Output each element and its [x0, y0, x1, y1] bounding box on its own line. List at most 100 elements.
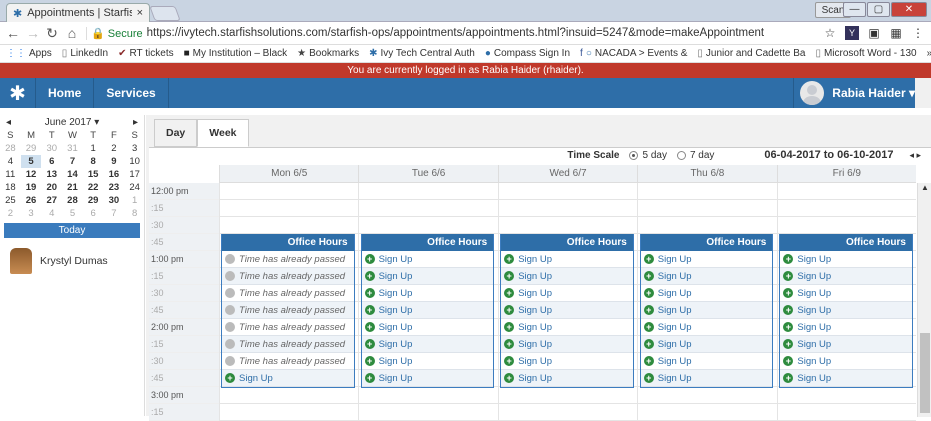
bookmark-compass[interactable]: ● Compass Sign In — [485, 48, 570, 59]
grid-cell[interactable] — [219, 217, 358, 233]
calendar-day[interactable]: 1 — [124, 194, 145, 207]
grid-cell[interactable] — [497, 200, 637, 216]
calendar-day[interactable]: 31 — [62, 142, 83, 155]
grid-cell[interactable] — [637, 387, 776, 403]
maximize-button[interactable]: ▢ — [867, 2, 890, 17]
url-field[interactable]: 🔒 Secure https://ivytech.starfishsolutio… — [86, 26, 815, 40]
back-icon[interactable]: ← — [6, 25, 20, 41]
new-tab-button[interactable] — [149, 6, 181, 21]
calendar-day[interactable]: 28 — [0, 142, 21, 155]
grid-cell[interactable] — [497, 404, 637, 420]
calendar-day[interactable]: 2 — [0, 207, 21, 220]
calendar-scrollbar[interactable]: ▲ — [917, 183, 931, 417]
calendar-day[interactable]: 12 — [21, 168, 42, 181]
sign-up-slot[interactable]: + Sign Up — [640, 251, 773, 268]
calendar-day[interactable]: 11 — [0, 168, 21, 181]
grid-cell[interactable] — [497, 387, 637, 403]
calendar-day[interactable]: 14 — [62, 168, 83, 181]
grid-cell[interactable] — [497, 183, 637, 199]
close-window-button[interactable]: ✕ — [891, 2, 927, 17]
nav-home[interactable]: Home — [36, 78, 95, 108]
calendar-day[interactable]: 29 — [21, 142, 42, 155]
calendar-day[interactable]: 6 — [83, 207, 104, 220]
sign-up-slot[interactable]: + Sign Up — [361, 353, 494, 370]
user-menu[interactable]: Rabia Haider ▾ — [793, 78, 915, 108]
office-hours-header[interactable]: Office Hours — [361, 234, 494, 251]
grid-cell[interactable] — [358, 217, 497, 233]
calendar-day[interactable]: 1 — [83, 142, 104, 155]
prev-month-icon[interactable]: ◂ — [6, 117, 11, 128]
radio-7day[interactable] — [676, 150, 686, 160]
sign-up-slot[interactable]: + Sign Up — [640, 370, 773, 387]
home-icon[interactable]: ⌂ — [66, 25, 78, 41]
radio-5day[interactable] — [629, 150, 639, 160]
month-selector[interactable]: June 2017 ▾ — [45, 117, 100, 128]
url-text[interactable]: https://ivytech.starfishsolutions.com/st… — [147, 27, 815, 39]
calendar-day[interactable]: 29 — [83, 194, 104, 207]
calendar-day[interactable]: 3 — [124, 142, 145, 155]
sign-up-slot[interactable]: + Sign Up — [640, 285, 773, 302]
sign-up-slot[interactable]: + Sign Up — [361, 370, 494, 387]
sign-up-slot[interactable]: + Sign Up — [640, 336, 773, 353]
office-hours-header[interactable]: Office Hours — [501, 234, 633, 251]
sign-up-slot[interactable]: + Sign Up — [780, 353, 912, 370]
grid-cell[interactable] — [637, 200, 776, 216]
calendar-day[interactable]: 23 — [104, 181, 125, 194]
calendar-day[interactable]: 18 — [0, 181, 21, 194]
page-scrollbar[interactable] — [915, 78, 931, 108]
grid-cell[interactable] — [358, 200, 497, 216]
tab-day[interactable]: Day — [154, 119, 198, 147]
minimize-button[interactable]: — — [843, 2, 866, 17]
sign-up-slot[interactable]: + Sign Up — [222, 370, 354, 387]
sign-up-slot[interactable]: + Sign Up — [501, 353, 633, 370]
sign-up-slot[interactable]: + Sign Up — [501, 319, 633, 336]
calendar-day[interactable]: 24 — [124, 181, 145, 194]
calendar-day[interactable]: 20 — [41, 181, 62, 194]
tab-close-icon[interactable]: × — [137, 7, 143, 19]
calendar-day[interactable]: 5 — [62, 207, 83, 220]
calendar-day[interactable]: 4 — [41, 207, 62, 220]
bookmark-rt-tickets[interactable]: ✔ RT tickets — [118, 48, 173, 59]
starfish-logo-icon[interactable]: ✱ — [0, 78, 36, 108]
week-nav-arrows[interactable]: ◂ ▸ — [909, 150, 921, 161]
grid-cell[interactable] — [497, 217, 637, 233]
extension-flag-icon[interactable]: ▦ — [889, 26, 903, 40]
grid-cell[interactable] — [219, 404, 358, 420]
sign-up-slot[interactable]: + Sign Up — [501, 251, 633, 268]
grid-cell[interactable] — [358, 183, 497, 199]
sign-up-slot[interactable]: + Sign Up — [640, 319, 773, 336]
sign-up-slot[interactable]: + Sign Up — [501, 285, 633, 302]
calendar-day[interactable]: 30 — [104, 194, 125, 207]
office-hours-header[interactable]: Office Hours — [222, 234, 354, 251]
calendar-day[interactable]: 6 — [41, 155, 62, 168]
bookmark-microsoft-word[interactable]: ▯ Microsoft Word - 130 — [815, 48, 916, 59]
bookmark-ivy-tech[interactable]: ✱ Ivy Tech Central Auth — [369, 48, 475, 59]
grid-cell[interactable] — [219, 183, 358, 199]
star-icon[interactable]: ☆ — [823, 26, 837, 40]
sign-up-slot[interactable]: + Sign Up — [640, 268, 773, 285]
calendar-day[interactable]: 13 — [41, 168, 62, 181]
grid-cell[interactable] — [776, 217, 916, 233]
grid-cell[interactable] — [358, 387, 497, 403]
calendar-day[interactable]: 21 — [62, 181, 83, 194]
today-button[interactable]: Today — [4, 223, 140, 238]
calendar-day[interactable]: 7 — [62, 155, 83, 168]
grid-cell[interactable] — [637, 217, 776, 233]
extension-box-icon[interactable]: ▣ — [867, 26, 881, 40]
bookmarks-more[interactable]: » — [927, 48, 931, 59]
nav-services[interactable]: Services — [94, 78, 169, 108]
sign-up-slot[interactable]: + Sign Up — [361, 319, 494, 336]
calendar-day[interactable]: 25 — [0, 194, 21, 207]
bookmark-my-institution[interactable]: ■ My Institution – Black — [184, 48, 288, 59]
calendar-day[interactable]: 2 — [104, 142, 125, 155]
next-month-icon[interactable]: ▸ — [133, 117, 138, 128]
calendar-day[interactable]: 30 — [41, 142, 62, 155]
calendar-day[interactable]: 15 — [83, 168, 104, 181]
grid-cell[interactable] — [776, 200, 916, 216]
calendar-day[interactable]: 4 — [0, 155, 21, 168]
sign-up-slot[interactable]: + Sign Up — [501, 370, 633, 387]
office-hours-header[interactable]: Office Hours — [780, 234, 912, 251]
sign-up-slot[interactable]: + Sign Up — [780, 336, 912, 353]
sign-up-slot[interactable]: + Sign Up — [780, 285, 912, 302]
grid-cell[interactable] — [776, 404, 916, 420]
